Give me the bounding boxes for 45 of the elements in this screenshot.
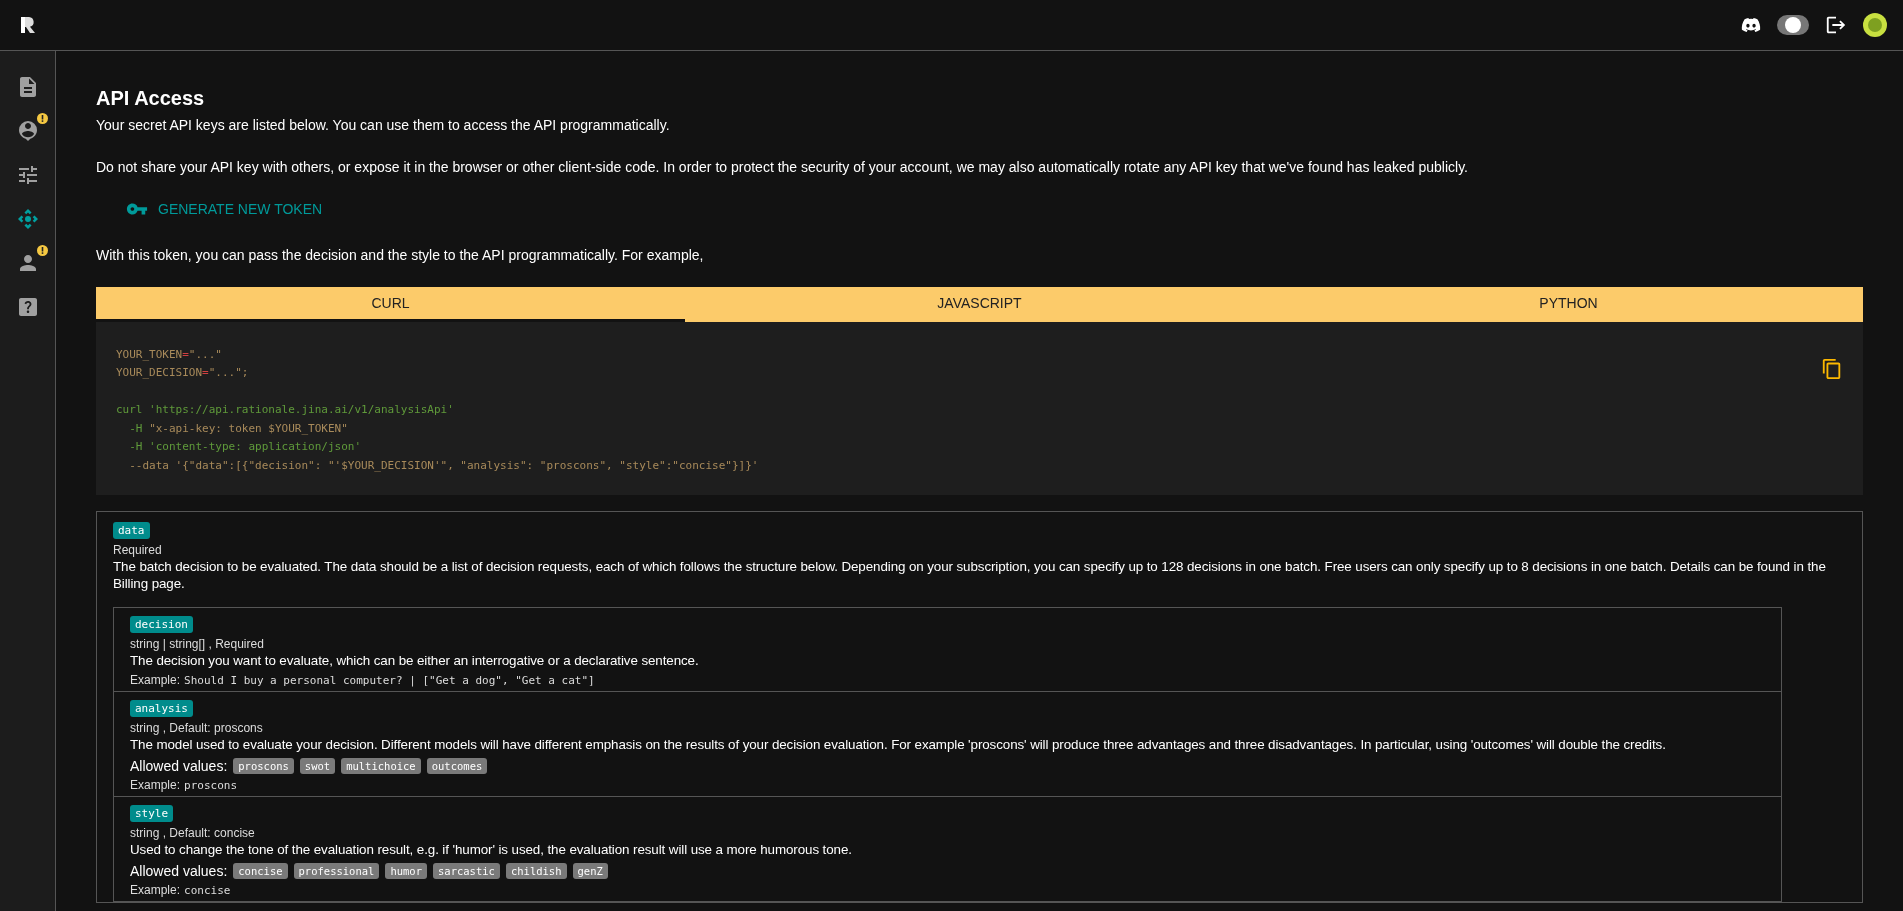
- theme-toggle[interactable]: [1777, 15, 1809, 35]
- discord-icon[interactable]: [1741, 15, 1761, 35]
- field-name: style: [130, 805, 174, 823]
- field-name: decision: [130, 615, 193, 633]
- alert-badge-icon: [36, 245, 48, 256]
- code-text: YOUR_TOKEN="..." YOUR_DECISION="..."; curl 'https://api.rationale.jina.ai/v1/analysisApi' -H "x-api-key: token $YOUR_TOKEN" -H 'content-type: application/json' --data '{"data":[{"decision": "'$YOUR_DECISION'", "analysis": "proscons", "style":"concise"}]}': [116, 346, 759, 474]
- value-chip: multichoice: [341, 758, 421, 775]
- example-value: proscons: [184, 779, 237, 793]
- value-chip: humor: [385, 862, 427, 879]
- value-chip: swot: [299, 758, 336, 775]
- field-meta: string , Default: concise: [130, 826, 256, 841]
- field-description: The decision you want to evaluate, which can be either an interrogative or a declarative sentence.: [130, 652, 700, 670]
- alert-badge-icon: [36, 113, 48, 124]
- logo-icon: [20, 16, 36, 34]
- param-meta: Required: [113, 543, 163, 558]
- value-chip: sarcastic: [433, 862, 500, 879]
- example-intro-text: With this token, you can pass the decision and the style to the API programmatically. For example,: [96, 246, 705, 265]
- arrows-icon: [15, 207, 40, 231]
- field-meta: string , Default: proscons: [130, 721, 264, 736]
- field-description: Used to change the tone of the evaluation result, e.g. if 'humor' is used, the evaluation result will use a more humorous tone.: [130, 842, 853, 859]
- value-chip: concise: [233, 862, 288, 879]
- param-name: data: [113, 522, 150, 540]
- example-value: concise: [184, 883, 231, 897]
- logout-icon[interactable]: [1825, 14, 1847, 36]
- field-name: analysis: [130, 700, 193, 718]
- example-label: Example:: [130, 778, 181, 793]
- field-description: The model used to evaluate your decision. Different models will have different emphasis on the results of your decision evaluation. For example 'proscons' will produce three advantages and three disadvantages. In particular, using 'outcomes' will double the credits.: [130, 737, 1667, 755]
- field-meta: string | string[] , Required: [130, 636, 265, 651]
- param-description: The batch decision to be evaluated. The data should be a list of decision requests, each of which follows the structure below. Depending on your subscription, you can specify up to 128 decisions in one batch. Free users can only specify up to 8 decisions in one batch. Details can be found in the Billing page.: [113, 559, 1827, 593]
- allowed-values-label: Allowed values:: [130, 758, 228, 775]
- value-chip: childish: [505, 862, 567, 879]
- example-label: Example:: [130, 882, 181, 897]
- value-chip: proscons: [233, 758, 294, 775]
- example-value: Should I buy a personal computer? | ["Get a dog", "Get a cat"]: [184, 674, 595, 688]
- value-chip: professional: [293, 862, 380, 879]
- intro-text: Your secret API keys are listed below. You can use them to access the API programmatically.: [96, 116, 671, 135]
- value-chip: genZ: [572, 862, 608, 879]
- generate-token-button[interactable]: GENERATE NEW TOKEN: [96, 190, 353, 229]
- value-chip: outcomes: [426, 758, 488, 775]
- avatar[interactable]: [1863, 13, 1887, 37]
- example-label: Example:: [130, 673, 181, 688]
- warning-text: Do not share your API key with others, or expose it in the browser or other client-side code. In order to protect the security of your account, we may also automatically rotate any API key that we've found has leaked publicly.: [96, 158, 1469, 177]
- copy-icon[interactable]: [1821, 357, 1843, 380]
- allowed-values-label: Allowed values:: [130, 862, 228, 879]
- page-title: API Access: [96, 87, 206, 110]
